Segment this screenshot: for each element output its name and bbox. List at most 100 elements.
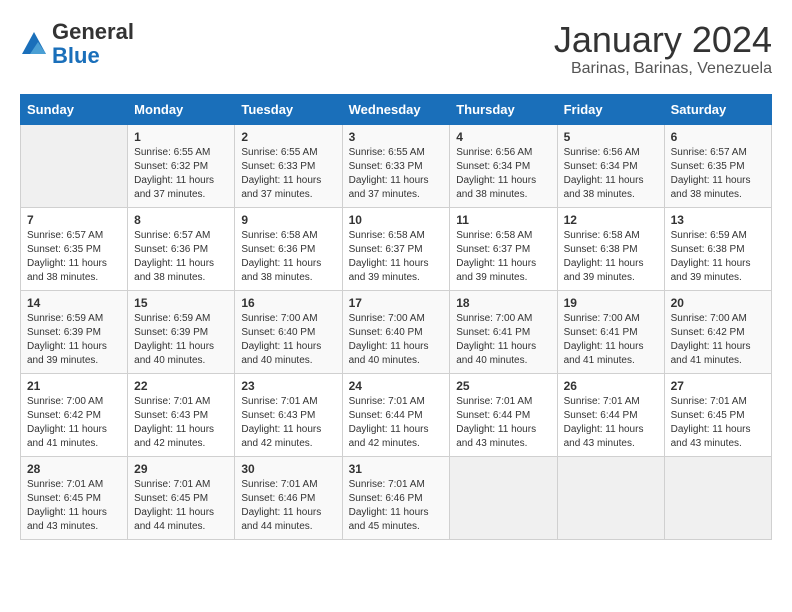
calendar-cell: 26Sunrise: 7:01 AMSunset: 6:44 PMDayligh…: [557, 373, 664, 456]
calendar-cell: 8 Sunrise: 6:57 AMSunset: 6:36 PMDaylight…: [128, 207, 235, 290]
calendar-cell: 15 Sunrise: 6:59 AMSunset: 6:39 PMDayligh…: [128, 290, 235, 373]
day-number: 21: [27, 379, 121, 393]
cell-details: Sunrise: 6:56 AMSunset: 6:34 PMDaylight:…: [564, 146, 658, 202]
calendar-cell: 16 Sunrise: 7:00 AMSunset: 6:40 PMDayligh…: [235, 290, 342, 373]
cell-details: Sunrise: 6:58 AMSunset: 6:37 PMDaylight:…: [456, 229, 550, 285]
day-number: 12: [564, 213, 658, 227]
cell-details: Sunrise: 7:01 AMSunset: 6:45 PMDaylight:…: [27, 478, 121, 534]
calendar-cell: 23 Sunrise: 7:01 AMSunset: 6:43 PMDayligh…: [235, 373, 342, 456]
cell-details: Sunrise: 7:00 AMSunset: 6:40 PMDaylight:…: [349, 312, 444, 368]
day-number: 1: [134, 130, 228, 144]
calendar-cell: [664, 456, 771, 539]
calendar-cell: 30Sunrise: 7:01 AMSunset: 6:46 PMDayligh…: [235, 456, 342, 539]
calendar-cell: [21, 124, 128, 207]
day-number: 18: [456, 296, 550, 310]
day-number: 27: [671, 379, 765, 393]
day-number: 25: [456, 379, 550, 393]
month-title: January 2024: [554, 20, 772, 60]
calendar-cell: 28 Sunrise: 7:01 AMSunset: 6:45 PMDayligh…: [21, 456, 128, 539]
cell-details: Sunrise: 7:00 AMSunset: 6:41 PMDaylight:…: [564, 312, 658, 368]
calendar-cell: 1Sunrise: 6:55 AMSunset: 6:32 PMDaylight…: [128, 124, 235, 207]
week-row-4: 21 Sunrise: 7:00 AMSunset: 6:42 PMDayligh…: [21, 373, 772, 456]
cell-details: Sunrise: 6:55 AMSunset: 6:33 PMDaylight:…: [349, 146, 444, 202]
column-header-wednesday: Wednesday: [342, 94, 450, 124]
calendar-cell: 21 Sunrise: 7:00 AMSunset: 6:42 PMDayligh…: [21, 373, 128, 456]
cell-details: Sunrise: 7:00 AMSunset: 6:41 PMDaylight:…: [456, 312, 550, 368]
calendar-cell: 22Sunrise: 7:01 AMSunset: 6:43 PMDayligh…: [128, 373, 235, 456]
day-number: 28: [27, 462, 121, 476]
logo: General Blue: [20, 20, 134, 68]
cell-details: Sunrise: 7:01 AMSunset: 6:43 PMDaylight:…: [241, 395, 335, 451]
week-row-5: 28 Sunrise: 7:01 AMSunset: 6:45 PMDayligh…: [21, 456, 772, 539]
cell-details: Sunrise: 7:01 AMSunset: 6:46 PMDaylight:…: [349, 478, 444, 534]
cell-details: Sunrise: 6:57 AMSunset: 6:35 PMDaylight:…: [671, 146, 765, 202]
day-number: 14: [27, 296, 121, 310]
calendar-cell: 25Sunrise: 7:01 AMSunset: 6:44 PMDayligh…: [450, 373, 557, 456]
calendar-header-row: SundayMondayTuesdayWednesdayThursdayFrid…: [21, 94, 772, 124]
calendar-cell: [557, 456, 664, 539]
calendar-cell: 13 Sunrise: 6:59 AMSunset: 6:38 PMDayligh…: [664, 207, 771, 290]
cell-details: Sunrise: 6:58 AMSunset: 6:38 PMDaylight:…: [564, 229, 658, 285]
day-number: 9: [241, 213, 335, 227]
column-header-monday: Monday: [128, 94, 235, 124]
cell-details: Sunrise: 6:56 AMSunset: 6:34 PMDaylight:…: [456, 146, 550, 202]
column-header-sunday: Sunday: [21, 94, 128, 124]
calendar-cell: 14 Sunrise: 6:59 AMSunset: 6:39 PMDayligh…: [21, 290, 128, 373]
title-block: January 2024 Barinas, Barinas, Venezuela: [554, 20, 772, 78]
calendar-cell: 3 Sunrise: 6:55 AMSunset: 6:33 PMDaylight…: [342, 124, 450, 207]
calendar-cell: 24 Sunrise: 7:01 AMSunset: 6:44 PMDayligh…: [342, 373, 450, 456]
page-header: General Blue January 2024 Barinas, Barin…: [20, 20, 772, 78]
column-header-friday: Friday: [557, 94, 664, 124]
day-number: 16: [241, 296, 335, 310]
day-number: 8: [134, 213, 228, 227]
calendar-cell: 7 Sunrise: 6:57 AMSunset: 6:35 PMDaylight…: [21, 207, 128, 290]
day-number: 6: [671, 130, 765, 144]
column-header-saturday: Saturday: [664, 94, 771, 124]
cell-details: Sunrise: 7:00 AMSunset: 6:42 PMDaylight:…: [671, 312, 765, 368]
day-number: 13: [671, 213, 765, 227]
cell-details: Sunrise: 6:59 AMSunset: 6:39 PMDaylight:…: [134, 312, 228, 368]
logo-icon: [20, 30, 48, 58]
calendar-table: SundayMondayTuesdayWednesdayThursdayFrid…: [20, 94, 772, 540]
week-row-3: 14 Sunrise: 6:59 AMSunset: 6:39 PMDayligh…: [21, 290, 772, 373]
calendar-cell: 2Sunrise: 6:55 AMSunset: 6:33 PMDaylight…: [235, 124, 342, 207]
calendar-cell: 10 Sunrise: 6:58 AMSunset: 6:37 PMDayligh…: [342, 207, 450, 290]
calendar-cell: 19Sunrise: 7:00 AMSunset: 6:41 PMDayligh…: [557, 290, 664, 373]
column-header-tuesday: Tuesday: [235, 94, 342, 124]
cell-details: Sunrise: 6:57 AMSunset: 6:36 PMDaylight:…: [134, 229, 228, 285]
cell-details: Sunrise: 6:55 AMSunset: 6:33 PMDaylight:…: [241, 146, 335, 202]
cell-details: Sunrise: 6:58 AMSunset: 6:36 PMDaylight:…: [241, 229, 335, 285]
cell-details: Sunrise: 6:59 AMSunset: 6:39 PMDaylight:…: [27, 312, 121, 368]
calendar-cell: 17Sunrise: 7:00 AMSunset: 6:40 PMDayligh…: [342, 290, 450, 373]
cell-details: Sunrise: 6:58 AMSunset: 6:37 PMDaylight:…: [349, 229, 444, 285]
day-number: 7: [27, 213, 121, 227]
week-row-2: 7 Sunrise: 6:57 AMSunset: 6:35 PMDaylight…: [21, 207, 772, 290]
calendar-cell: 18 Sunrise: 7:00 AMSunset: 6:41 PMDayligh…: [450, 290, 557, 373]
calendar-cell: [450, 456, 557, 539]
day-number: 3: [349, 130, 444, 144]
day-number: 20: [671, 296, 765, 310]
calendar-cell: 5 Sunrise: 6:56 AMSunset: 6:34 PMDaylight…: [557, 124, 664, 207]
day-number: 5: [564, 130, 658, 144]
cell-details: Sunrise: 7:00 AMSunset: 6:42 PMDaylight:…: [27, 395, 121, 451]
cell-details: Sunrise: 7:01 AMSunset: 6:46 PMDaylight:…: [241, 478, 335, 534]
day-number: 29: [134, 462, 228, 476]
day-number: 15: [134, 296, 228, 310]
day-number: 24: [349, 379, 444, 393]
calendar-cell: 11Sunrise: 6:58 AMSunset: 6:37 PMDayligh…: [450, 207, 557, 290]
day-number: 10: [349, 213, 444, 227]
logo-general: General: [52, 19, 134, 44]
cell-details: Sunrise: 7:00 AMSunset: 6:40 PMDaylight:…: [241, 312, 335, 368]
day-number: 23: [241, 379, 335, 393]
calendar-cell: 20 Sunrise: 7:00 AMSunset: 6:42 PMDayligh…: [664, 290, 771, 373]
calendar-cell: 29Sunrise: 7:01 AMSunset: 6:45 PMDayligh…: [128, 456, 235, 539]
calendar-cell: 6 Sunrise: 6:57 AMSunset: 6:35 PMDaylight…: [664, 124, 771, 207]
calendar-cell: 27Sunrise: 7:01 AMSunset: 6:45 PMDayligh…: [664, 373, 771, 456]
calendar-cell: 9 Sunrise: 6:58 AMSunset: 6:36 PMDaylight…: [235, 207, 342, 290]
cell-details: Sunrise: 6:59 AMSunset: 6:38 PMDaylight:…: [671, 229, 765, 285]
cell-details: Sunrise: 7:01 AMSunset: 6:44 PMDaylight:…: [349, 395, 444, 451]
day-number: 4: [456, 130, 550, 144]
cell-details: Sunrise: 7:01 AMSunset: 6:44 PMDaylight:…: [564, 395, 658, 451]
cell-details: Sunrise: 6:57 AMSunset: 6:35 PMDaylight:…: [27, 229, 121, 285]
column-header-thursday: Thursday: [450, 94, 557, 124]
